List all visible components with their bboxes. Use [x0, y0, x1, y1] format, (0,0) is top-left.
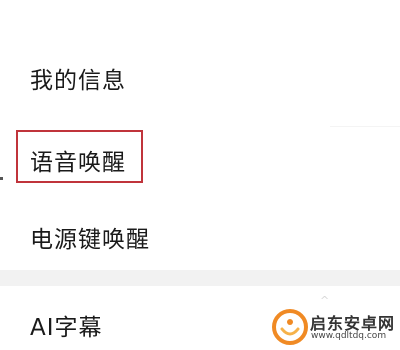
section-separator	[0, 270, 400, 286]
settings-item-label: AI字幕	[30, 315, 103, 341]
watermark-url: www.qdltdq.com	[311, 331, 387, 341]
settings-item-label: 电源键唤醒	[30, 227, 150, 253]
settings-item-voice-wakeup[interactable]: 语音唤醒	[0, 128, 400, 194]
faint-chevron-icon: ^	[320, 294, 330, 307]
settings-screen: 我的信息 语音唤醒 电源键唤醒 AI字幕 ^ 启东安卓网 www.qdltdq.…	[0, 0, 400, 350]
divider	[330, 126, 400, 127]
orange-circle-logo-icon	[272, 309, 308, 345]
settings-item-power-key-wakeup[interactable]: 电源键唤醒	[0, 198, 400, 270]
settings-item-label: 我的信息	[30, 68, 126, 94]
edge-mark	[0, 177, 3, 180]
settings-item-my-info[interactable]: 我的信息	[0, 28, 400, 118]
watermark: 启东安卓网 www.qdltdq.com	[270, 307, 398, 347]
settings-item-label: 语音唤醒	[30, 150, 126, 176]
